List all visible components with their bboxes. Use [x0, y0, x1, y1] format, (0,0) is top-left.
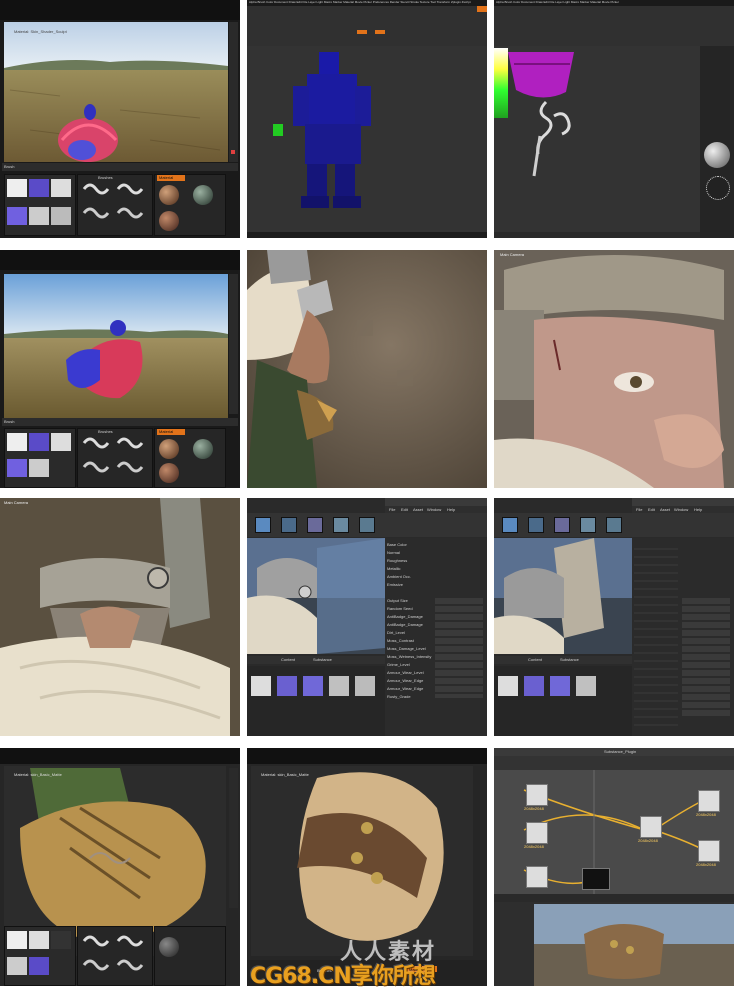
tile-unity-substance-2: File Edit Asset Window Help Content Subs… [494, 498, 734, 736]
graph-canvas[interactable]: 2048x2048 2048x2048 2048x2048 2048x2048 … [494, 770, 734, 894]
brush-palette[interactable]: Brushes [77, 174, 153, 236]
alpha-palette[interactable] [4, 428, 76, 488]
preview-3d [534, 904, 734, 986]
brush-palette[interactable] [77, 926, 153, 986]
material-palette[interactable] [154, 926, 226, 986]
material-palette[interactable]: Material [154, 428, 226, 488]
material-label: Material: Skin_Shader_Sculpt [14, 29, 68, 34]
svg-text:Material: skin_Basic_Matte: Material: skin_Basic_Matte [261, 772, 310, 777]
right-shelf [700, 46, 734, 238]
alpha-palette[interactable] [4, 174, 76, 236]
viewport [247, 46, 487, 232]
tile-zbrush-boot: Material: skin_Basic_Matte [0, 748, 240, 986]
render-image [247, 250, 487, 488]
top-shelf [247, 6, 487, 46]
tile-zbrush-knight-blue: Alpha Brush Color Document Draw Edit Fil… [247, 0, 487, 238]
scene-view [247, 538, 385, 654]
tile-unity-substance-1: File Edit Asset Window Help Base Color N… [247, 498, 487, 736]
project-breadcrumb: Content Substance [247, 656, 385, 664]
tile-zbrush-purple-helmet: Alpha Brush Color Document Draw Edit Fil… [494, 0, 734, 238]
scene-view [494, 538, 632, 654]
asset-thumbnails[interactable] [247, 666, 385, 736]
inspector-panel [632, 538, 734, 736]
material-palette[interactable]: Material [154, 174, 226, 236]
screenshot-grid: Material: Skin_Shader_Sculpt Brush Brush… [0, 0, 734, 986]
render-image [494, 250, 734, 488]
watermark-logo: 人人素材 CG68.CN享你所想 [250, 940, 437, 989]
tile-substance-node-graph: Substance_Plugin 2048x2048 2048x2048 204… [494, 748, 734, 986]
alpha-palette[interactable] [4, 926, 76, 986]
asset-thumbnails[interactable] [494, 666, 632, 736]
inspector-panel: Base Color Normal Roughness Metallic Amb… [385, 538, 487, 736]
panel-header: Brush [2, 163, 238, 171]
toolbar [247, 513, 487, 537]
brush-palette[interactable]: Brushes [77, 428, 153, 488]
tile-dwarf-render-full [247, 250, 487, 488]
tile-zbrush-landscape-1: Material: Skin_Shader_Sculpt Brush Brush… [0, 0, 240, 238]
tile-dwarf-face-closeup: Main Camera [494, 250, 734, 488]
svg-text:Material: skin_Basic_Matte: Material: skin_Basic_Matte [14, 772, 63, 777]
viewport [494, 46, 700, 232]
tile-zbrush-landscape-2: Brush Brushes Material [0, 250, 240, 488]
render-image [0, 498, 240, 736]
tile-dwarf-helmet-closeup: Main Camera [0, 498, 240, 736]
